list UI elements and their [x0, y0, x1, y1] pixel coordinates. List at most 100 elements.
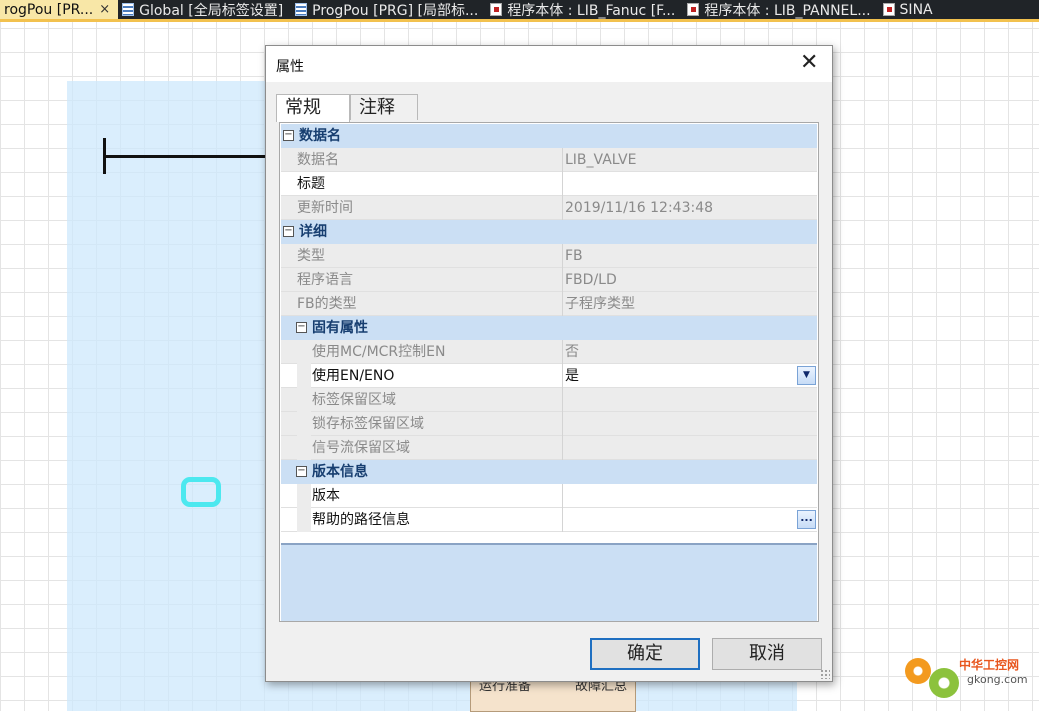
- resize-grip-icon[interactable]: [820, 669, 830, 679]
- document-tab-bar: rogPou [PR... × Global [全局标签设置] ProgPou …: [0, 0, 1039, 22]
- category-inherent[interactable]: − 固有属性: [281, 316, 817, 340]
- category-label: 版本信息: [312, 464, 368, 480]
- property-row[interactable]: FB的类型 子程序类型: [281, 292, 817, 316]
- property-value: [564, 436, 818, 459]
- collapse-icon[interactable]: −: [296, 322, 307, 333]
- tab-label: 程序本体 : LIB_Fanuc [F...: [507, 2, 676, 19]
- tab-label: 程序本体 : LIB_PANNEL...: [704, 2, 871, 19]
- tab-sina[interactable]: SINA: [879, 0, 941, 19]
- collapse-icon[interactable]: −: [283, 130, 294, 141]
- tab-progpou-body[interactable]: rogPou [PR... ×: [0, 0, 119, 19]
- category-label: 固有属性: [312, 320, 368, 336]
- tab-general[interactable]: 常规: [276, 94, 350, 122]
- property-value: 子程序类型: [565, 296, 635, 312]
- property-grid-panel: − 数据名 数据名 LIB_VALVE 标题 更新时间 2019/11/16 1…: [279, 122, 819, 622]
- property-name: 更新时间: [297, 196, 562, 219]
- cancel-button[interactable]: 取消: [712, 638, 822, 670]
- tab-label: SINA: [899, 1, 933, 18]
- property-name: 版本: [312, 484, 577, 507]
- ok-button[interactable]: 确定: [590, 638, 700, 670]
- column-divider: [562, 484, 563, 508]
- property-name: 帮助的路径信息: [312, 508, 577, 531]
- property-row[interactable]: 数据名 LIB_VALVE: [281, 148, 817, 172]
- category-version[interactable]: − 版本信息: [281, 460, 817, 484]
- title-field[interactable]: [564, 172, 818, 195]
- tab-lib-pannel[interactable]: 程序本体 : LIB_PANNEL...: [683, 0, 878, 19]
- property-value: [564, 388, 818, 411]
- indent-gutter: [297, 364, 311, 388]
- program-icon: [882, 3, 895, 16]
- property-name: 标签保留区域: [312, 388, 577, 411]
- gear-icon: [905, 658, 931, 684]
- indent-gutter: [297, 484, 311, 508]
- category-detail[interactable]: − 详细: [281, 220, 817, 244]
- description-panel: [281, 543, 817, 621]
- program-icon: [687, 3, 700, 16]
- property-row[interactable]: 标签保留区域: [281, 388, 817, 412]
- tab-progpou-local-labels[interactable]: ProgPou [PRG] [局部标...: [291, 0, 486, 19]
- column-divider: [562, 340, 563, 364]
- watermark-url: gkong.com: [967, 673, 1028, 686]
- column-divider: [562, 292, 563, 316]
- indent-gutter: [297, 340, 311, 364]
- tab-global-labels[interactable]: Global [全局标签设置]: [118, 0, 291, 19]
- collapse-icon[interactable]: −: [283, 226, 294, 237]
- category-dataname[interactable]: − 数据名: [281, 124, 817, 148]
- property-row[interactable]: 使用EN/ENO 是 ▼: [281, 364, 817, 388]
- property-value: [564, 412, 818, 435]
- collapse-icon[interactable]: −: [296, 466, 307, 477]
- version-field[interactable]: [564, 484, 818, 507]
- property-row[interactable]: 使用MC/MCR控制EN 否: [281, 340, 817, 364]
- property-name: 数据名: [297, 148, 562, 171]
- column-divider: [562, 196, 563, 220]
- column-divider: [562, 508, 563, 532]
- column-divider: [562, 388, 563, 412]
- property-row[interactable]: 程序语言 FBD/LD: [281, 268, 817, 292]
- column-divider: [562, 436, 563, 460]
- property-row[interactable]: 标题: [281, 172, 817, 196]
- property-name: 锁存标签保留区域: [312, 412, 577, 435]
- dialog-titlebar[interactable]: 属性 ✕: [266, 46, 832, 82]
- column-divider: [562, 172, 563, 196]
- tab-label: ProgPou [PRG] [局部标...: [312, 2, 479, 19]
- use-en-eno-select[interactable]: 是: [564, 364, 818, 387]
- property-row[interactable]: 更新时间 2019/11/16 12:43:48: [281, 196, 817, 220]
- property-name: 标题: [297, 172, 562, 195]
- help-path-field[interactable]: [564, 508, 818, 531]
- tab-close-icon[interactable]: ×: [99, 2, 110, 17]
- grid-icon: [122, 3, 135, 16]
- grid-icon: [295, 3, 308, 16]
- cursor-shape[interactable]: [181, 477, 221, 507]
- properties-dialog: 属性 ✕ 常规 注释 − 数据名 数据名 LIB_VALVE 标题 更新时间 2…: [265, 45, 833, 682]
- indent-gutter: [297, 388, 311, 412]
- property-row[interactable]: 版本: [281, 484, 817, 508]
- tab-lib-fanuc[interactable]: 程序本体 : LIB_Fanuc [F...: [486, 0, 683, 19]
- property-name: 使用EN/ENO: [312, 364, 577, 387]
- tab-comment[interactable]: 注释: [350, 94, 418, 120]
- watermark-title: 中华工控网: [959, 658, 1020, 672]
- column-divider: [562, 268, 563, 292]
- chevron-down-icon[interactable]: ▼: [797, 366, 816, 385]
- property-value: 2019/11/16 12:43:48: [565, 200, 714, 216]
- property-row[interactable]: 信号流保留区域: [281, 436, 817, 460]
- property-value: FB: [565, 248, 583, 264]
- property-name: 类型: [297, 244, 562, 267]
- dialog-title: 属性: [276, 59, 304, 75]
- column-divider: [562, 244, 563, 268]
- property-row[interactable]: 帮助的路径信息 ...: [281, 508, 817, 532]
- rung-line: [105, 155, 265, 158]
- watermark-logo: 中华工控网 gkong.com: [905, 650, 1035, 705]
- property-value: LIB_VALVE: [565, 152, 637, 168]
- indent-gutter: [297, 412, 311, 436]
- column-divider: [562, 148, 563, 172]
- category-label: 详细: [299, 224, 327, 240]
- indent-gutter: [297, 508, 311, 532]
- tab-label: rogPou [PR...: [4, 1, 94, 18]
- browse-button[interactable]: ...: [797, 510, 816, 529]
- property-row[interactable]: 类型 FB: [281, 244, 817, 268]
- close-icon[interactable]: ✕: [800, 51, 818, 75]
- property-name: 使用MC/MCR控制EN: [312, 340, 577, 363]
- property-row[interactable]: 锁存标签保留区域: [281, 412, 817, 436]
- property-value: 否: [565, 344, 579, 360]
- property-name: FB的类型: [297, 292, 562, 315]
